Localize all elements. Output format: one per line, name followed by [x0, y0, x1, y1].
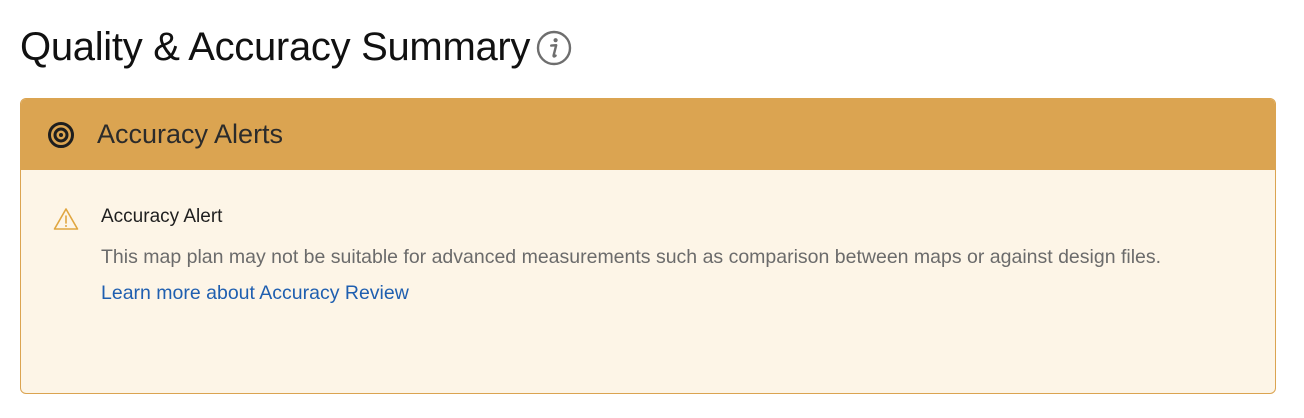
accuracy-alerts-card: Accuracy Alerts Accuracy Alert This map … — [20, 98, 1276, 394]
alert-body: Accuracy Alert This map plan may not be … — [101, 203, 1245, 307]
alert-description: This map plan may not be suitable for ad… — [101, 246, 1162, 268]
title-row: Quality & Accuracy Summary — [20, 22, 572, 72]
page: Quality & Accuracy Summary Accuracy Aler… — [0, 0, 1304, 418]
info-icon[interactable] — [536, 30, 572, 66]
card-header: Accuracy Alerts — [21, 99, 1275, 170]
target-icon — [47, 121, 75, 149]
learn-more-link[interactable]: Learn more about Accuracy Review — [101, 279, 409, 307]
alert-title: Accuracy Alert — [101, 206, 223, 227]
card-title: Accuracy Alerts — [97, 119, 284, 149]
warning-triangle-icon — [53, 207, 79, 231]
page-title: Quality & Accuracy Summary — [20, 25, 531, 69]
accuracy-alert: Accuracy Alert This map plan may not be … — [53, 203, 1245, 307]
